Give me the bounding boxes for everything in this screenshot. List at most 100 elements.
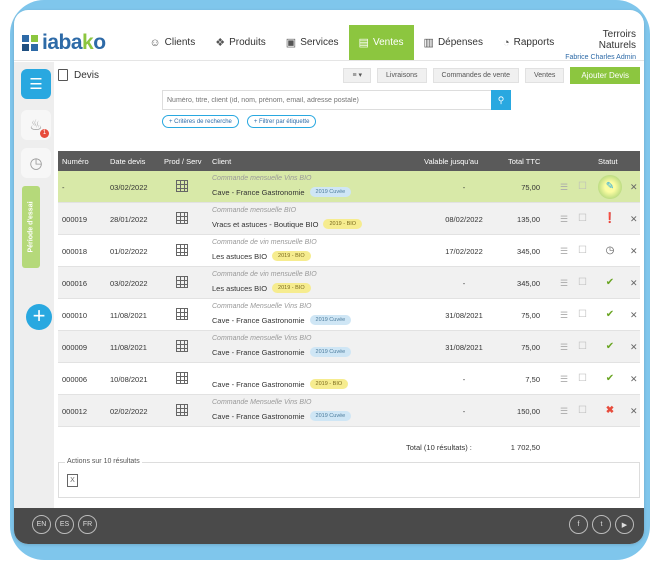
total-ttc: 75,00: [521, 343, 540, 352]
details-icon[interactable]: ☰: [560, 374, 568, 385]
view-menu-button[interactable]: ≡ ▾: [343, 67, 371, 83]
nav-item-clients[interactable]: ☺ Clients: [139, 25, 205, 60]
product-grid-icon[interactable]: [176, 308, 188, 320]
delete-icon[interactable]: ✕: [630, 310, 638, 321]
quote-date: 10/08/2021: [110, 375, 148, 384]
client-name[interactable]: Cave - France Gastronomie: [212, 316, 305, 325]
comment-icon[interactable]: ☐: [578, 277, 587, 288]
account-menu[interactable]: Terroirs Naturels Fabrice Charles Admin: [564, 25, 644, 61]
ventes-button[interactable]: Ventes: [525, 67, 565, 83]
add-fab-button[interactable]: +: [26, 304, 52, 330]
details-icon[interactable]: ☰: [560, 246, 568, 257]
comment-icon[interactable]: ☐: [578, 245, 587, 256]
search-icon: ⚲: [497, 94, 505, 105]
client-name[interactable]: Cave - France Gastronomie: [212, 412, 305, 421]
excel-export-icon[interactable]: X: [67, 474, 78, 487]
client-name[interactable]: Les astuces BIO: [212, 284, 267, 293]
delete-icon[interactable]: ✕: [630, 406, 638, 417]
comment-icon[interactable]: ☐: [578, 309, 587, 320]
quote-number: 000019: [62, 215, 88, 224]
quote-date: 11/08/2021: [110, 343, 147, 352]
client-name[interactable]: Cave - France Gastronomie: [212, 188, 305, 197]
header-date[interactable]: Date devis: [110, 157, 145, 166]
warning-icon[interactable]: ❗: [603, 213, 617, 224]
product-grid-icon[interactable]: [176, 212, 188, 224]
check-icon[interactable]: ✔: [603, 277, 617, 288]
search-input[interactable]: [162, 90, 491, 110]
nav-item-produits[interactable]: ❖ Produits: [205, 25, 276, 60]
details-icon[interactable]: ☰: [560, 214, 568, 225]
comment-icon[interactable]: ☐: [578, 405, 587, 416]
nav-item-ventes[interactable]: ▤ Ventes: [348, 25, 414, 60]
clock-icon[interactable]: ◷: [603, 245, 617, 256]
cross-icon[interactable]: ✖: [603, 405, 617, 416]
menu-icon[interactable]: ☰: [21, 69, 51, 99]
details-icon[interactable]: ☰: [560, 406, 568, 417]
comment-icon[interactable]: ☐: [578, 373, 587, 384]
trial-period-tab[interactable]: Période d'essai: [22, 186, 40, 268]
user-name[interactable]: Fabrice Charles Admin: [564, 54, 636, 61]
logo[interactable]: iabako: [14, 25, 139, 60]
table-row[interactable]: 000018 01/02/2022 Commande de vin mensuell…: [58, 235, 640, 267]
product-grid-icon[interactable]: [176, 340, 188, 352]
product-grid-icon[interactable]: [176, 404, 188, 416]
product-grid-icon[interactable]: [176, 372, 188, 384]
header-number[interactable]: Numéro: [62, 157, 89, 166]
commandes-button[interactable]: Commandes de vente: [432, 67, 519, 83]
comment-icon[interactable]: ☐: [578, 181, 587, 192]
product-grid-icon[interactable]: [176, 276, 188, 288]
facebook-icon[interactable]: f: [569, 515, 588, 534]
table-row[interactable]: 000009 11/08/2021 Commande mensuelle Vins …: [58, 331, 640, 363]
comment-icon[interactable]: ☐: [578, 213, 587, 224]
table-row[interactable]: 000019 28/01/2022 Commande mensuelle BIO Vr…: [58, 203, 640, 235]
delete-icon[interactable]: ✕: [630, 374, 638, 385]
company-name: Terroirs Naturels: [598, 29, 636, 51]
table-row[interactable]: 000010 11/08/2021 Commande Mensuelle Vins …: [58, 299, 640, 331]
quote-title: Commande Mensuelle Vins BIO: [212, 399, 312, 406]
product-grid-icon[interactable]: [176, 244, 188, 256]
notifications-button[interactable]: ♨ 1: [21, 110, 51, 140]
client-name[interactable]: Cave - France Gastronomie: [212, 348, 305, 357]
delete-icon[interactable]: ✕: [630, 182, 638, 193]
details-icon[interactable]: ☰: [560, 310, 568, 321]
youtube-icon[interactable]: ▶: [615, 515, 634, 534]
details-icon[interactable]: ☰: [560, 278, 568, 289]
valid-until: -: [462, 183, 466, 192]
table-row[interactable]: - 03/02/2022 Commande mensuelle Vins BIO Ca…: [58, 171, 640, 203]
client-name[interactable]: Cave - France Gastronomie: [212, 380, 305, 389]
table-row[interactable]: 000006 10/08/2021 Cave - France Gastronomi…: [58, 363, 640, 395]
lang-fr[interactable]: FR: [78, 515, 97, 534]
lang-es[interactable]: ES: [55, 515, 74, 534]
table-row[interactable]: 000012 02/02/2022 Commande Mensuelle Vins …: [58, 395, 640, 427]
header-valid[interactable]: Valable jusqu'au: [424, 157, 478, 166]
lang-en[interactable]: EN: [32, 515, 51, 534]
search-button[interactable]: ⚲: [491, 90, 511, 110]
details-icon[interactable]: ☰: [560, 342, 568, 353]
comment-icon[interactable]: ☐: [578, 341, 587, 352]
check-icon[interactable]: ✔: [603, 309, 617, 320]
delete-icon[interactable]: ✕: [630, 342, 638, 353]
add-devis-button[interactable]: Ajouter Devis: [570, 66, 640, 84]
delete-icon[interactable]: ✕: [630, 278, 638, 289]
check-icon[interactable]: ✔: [603, 373, 617, 384]
client-cell: Cave - France Gastronomie 2019 Cuvée: [212, 347, 352, 357]
livraisons-button[interactable]: Livraisons: [377, 67, 427, 83]
table-row[interactable]: 000016 03/02/2022 Commande de vin mensuell…: [58, 267, 640, 299]
client-name[interactable]: Vracs et astuces - Boutique BIO: [212, 220, 318, 229]
product-grid-icon[interactable]: [176, 180, 188, 192]
history-icon[interactable]: ◷: [21, 148, 51, 178]
delete-icon[interactable]: ✕: [630, 214, 638, 225]
client-name[interactable]: Les astuces BIO: [212, 252, 267, 261]
nav-item-rapports[interactable]: ◔ Rapports: [493, 25, 564, 60]
tag-filter-button[interactable]: + Filtrer par étiquette: [246, 115, 317, 128]
header-ttc[interactable]: Total TTC: [508, 157, 540, 166]
nav-item-services[interactable]: ▣ Services: [276, 25, 349, 60]
header-client[interactable]: Client: [212, 157, 231, 166]
check-icon[interactable]: ✔: [603, 341, 617, 352]
edit-icon[interactable]: ✎: [603, 181, 617, 192]
twitter-icon[interactable]: t: [592, 515, 611, 534]
details-icon[interactable]: ☰: [560, 182, 568, 193]
nav-item-dépenses[interactable]: ▥ Dépenses: [414, 25, 493, 60]
delete-icon[interactable]: ✕: [630, 246, 638, 257]
search-criteria-button[interactable]: + Critères de recherche: [162, 115, 239, 128]
